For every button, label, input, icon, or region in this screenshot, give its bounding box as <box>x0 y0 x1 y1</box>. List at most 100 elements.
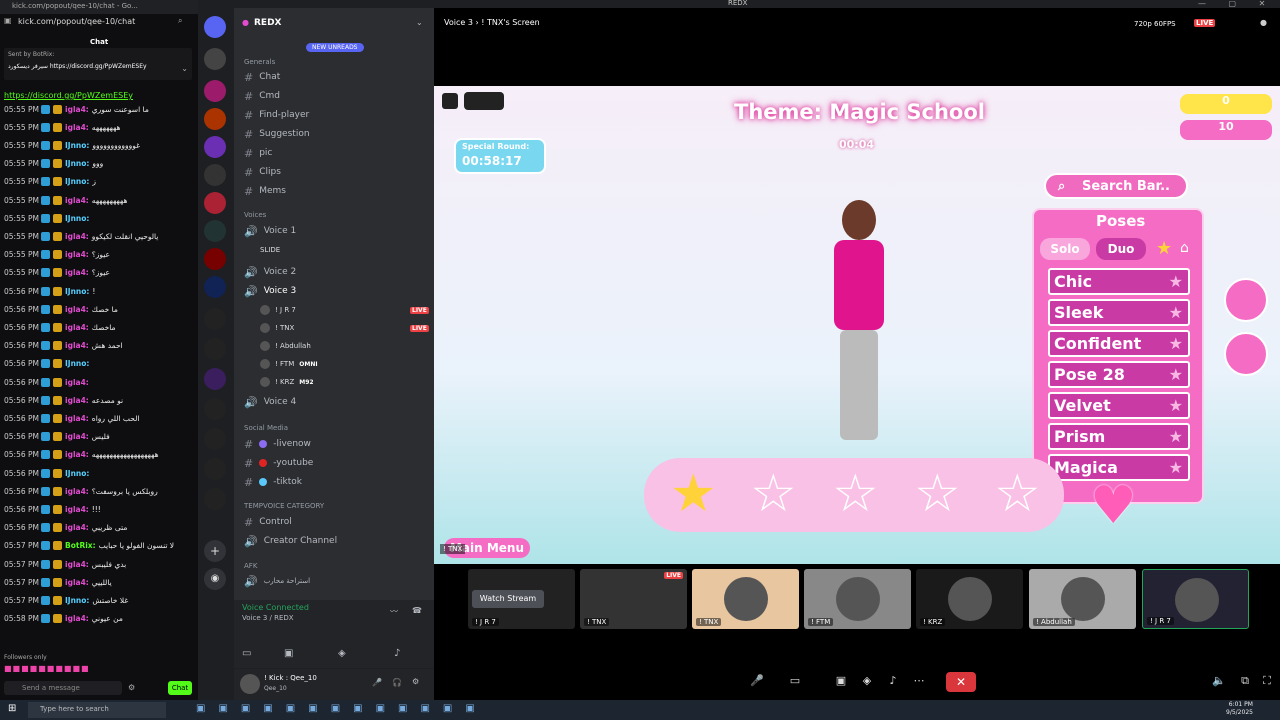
message-user[interactable]: igla4: <box>65 523 89 532</box>
discord-home-icon[interactable] <box>204 16 226 38</box>
chat-message[interactable]: 05:56 PM IJnno: <box>4 357 92 371</box>
message-user[interactable]: igla4: <box>65 378 89 387</box>
search-bar[interactable]: ⌕ Search Bar.. <box>1044 173 1188 199</box>
star-icon[interactable]: ★ <box>1169 425 1183 448</box>
message-user[interactable]: igla4: <box>65 450 89 459</box>
taskbar-apps[interactable]: ▣▣▣▣▣▣▣▣▣▣▣▣▣ <box>196 703 536 717</box>
chat-message[interactable]: 05:58 PM igla4: من عيوني <box>4 612 123 626</box>
participant-tile[interactable]: ! J R 7 <box>1142 569 1249 629</box>
search-icon[interactable]: ⌕ <box>178 16 182 26</box>
channel-chat[interactable]: # Chat <box>244 69 280 85</box>
star-icon[interactable]: ☆ <box>832 466 879 522</box>
participant-tile[interactable]: ! TNX <box>692 569 799 629</box>
afk-channel[interactable]: 🔊 استراحة محارب <box>244 573 310 589</box>
url-bar[interactable]: kick.com/popout/qee-10/chat <box>18 17 135 26</box>
message-user[interactable]: igla4: <box>65 414 89 423</box>
voice-user[interactable]: ! TNX LIVE <box>260 321 429 335</box>
fullscreen-icon[interactable]: ⛶ <box>1258 672 1276 690</box>
participant-tile[interactable]: ! KRZ <box>916 569 1023 629</box>
voice-channel-3[interactable]: 🔊 Voice 3 <box>244 283 296 299</box>
voice-user[interactable]: ! Abdullah <box>260 339 311 353</box>
creator-channel[interactable]: 🔊 Creator Channel <box>244 533 337 549</box>
message-input[interactable]: Send a message <box>4 681 122 695</box>
chevron-down-icon[interactable]: ⌄ <box>416 18 423 27</box>
chat-message[interactable]: 05:57 PM igla4: بدي فليبس <box>4 557 126 571</box>
emote-row[interactable]: ■■■■■■■■■■ <box>4 664 134 676</box>
message-user[interactable]: IJnno: <box>65 287 89 296</box>
pinned-message[interactable]: Sent by BotRix: سيرفر ديسكورد https://di… <box>4 48 192 80</box>
add-server-icon[interactable]: + <box>204 540 226 562</box>
disconnect-button[interactable]: ✕ <box>946 672 976 692</box>
members-icon[interactable]: ● <box>1260 18 1267 27</box>
roblox-menu-icon[interactable] <box>464 92 504 110</box>
camera-off-icon[interactable]: ▭ <box>786 672 804 690</box>
gear-icon[interactable]: ⚙ <box>412 677 419 686</box>
activity-icon[interactable]: ◈ <box>858 672 876 690</box>
participant-tile[interactable]: ! Abdullah <box>1029 569 1136 629</box>
category-voices[interactable]: Voices <box>244 211 266 219</box>
chat-message[interactable]: 05:55 PM IJnno: غوووووووووووو <box>4 138 140 152</box>
channel-cmd[interactable]: # Cmd <box>244 88 280 104</box>
discord-link[interactable]: https://discord.gg/PpWZemESEy <box>4 91 133 100</box>
social-channel[interactable]: # -livenow <box>244 436 311 452</box>
category-social[interactable]: Social Media <box>244 424 288 432</box>
favorite-star-icon[interactable]: ★ <box>1156 238 1172 259</box>
server-folder-icon[interactable] <box>204 458 226 480</box>
screen-share-icon[interactable]: ▣ <box>284 648 293 659</box>
message-user[interactable]: igla4: <box>65 323 89 332</box>
emote-icon[interactable] <box>1224 332 1268 376</box>
chat-message[interactable]: 05:55 PM igla4: عيوز؟ <box>4 266 110 280</box>
server-folder-icon[interactable] <box>204 488 226 510</box>
server-folder-icon[interactable] <box>204 308 226 330</box>
star-icon[interactable]: ☆ <box>914 466 961 522</box>
message-user[interactable]: igla4: <box>65 614 89 623</box>
server-icon[interactable] <box>204 80 226 102</box>
pose-item[interactable]: Confident ★ <box>1048 330 1190 357</box>
message-user[interactable]: igla4: <box>65 196 89 205</box>
message-user[interactable]: igla4: <box>65 250 89 259</box>
mic-icon[interactable]: 🎤 <box>372 678 382 687</box>
channel-find-player[interactable]: # Find-player <box>244 107 309 123</box>
settings-icon[interactable]: ⚙ <box>128 683 135 692</box>
chat-message[interactable]: 05:56 PM igla4: <box>4 375 92 389</box>
voice-channel-2[interactable]: 🔊 Voice 2 <box>244 264 296 280</box>
star-icon[interactable]: ★ <box>1169 394 1183 417</box>
message-user[interactable]: igla4: <box>65 268 89 277</box>
windows-start-icon[interactable]: ⊞ <box>8 703 16 714</box>
message-user[interactable]: IJnno: <box>65 177 89 186</box>
message-user[interactable]: IJnno: <box>65 596 89 605</box>
star-icon[interactable]: ★ <box>670 466 717 522</box>
chat-message[interactable]: 05:55 PM IJnno: ووو <box>4 157 103 171</box>
server-icon[interactable] <box>204 276 226 298</box>
chat-message[interactable]: 05:55 PM igla4: يالوحيي انقلت لكيكوو <box>4 229 158 243</box>
category-afk[interactable]: AFK <box>244 562 257 570</box>
message-user[interactable]: igla4: <box>65 396 89 405</box>
server-icon[interactable] <box>204 136 226 158</box>
voice-connected-label[interactable]: Voice Connected <box>242 603 309 612</box>
chat-message[interactable]: 05:56 PM igla4: فليس <box>4 430 110 444</box>
chat-message[interactable]: 05:55 PM igla4: هههههههههه <box>4 193 127 207</box>
star-icon[interactable]: ★ <box>1169 301 1183 324</box>
new-unreads-pill[interactable]: NEW UNREADS <box>306 43 364 52</box>
taskbar-search[interactable]: Type here to search <box>28 702 166 718</box>
avatar[interactable] <box>240 674 260 694</box>
message-user[interactable]: igla4: <box>65 578 89 587</box>
disconnect-icon[interactable]: ☎ <box>412 606 422 615</box>
server-icon[interactable] <box>204 248 226 270</box>
participant-tile[interactable]: ! FTM <box>804 569 911 629</box>
chat-message[interactable]: 05:57 PM BotRix: لا تنسون الفولو يا حبايب <box>4 539 174 553</box>
chat-message[interactable]: 05:57 PM IJnno: غلا خاصتش <box>4 593 128 607</box>
chat-message[interactable]: 05:56 PM igla4: احمد هش <box>4 339 123 353</box>
message-user[interactable]: IJnno: <box>65 141 89 150</box>
chat-message[interactable]: 05:56 PM igla4: ما خصك <box>4 302 118 316</box>
server-icon[interactable] <box>204 368 226 390</box>
chat-message[interactable]: 05:57 PM igla4: ياللييي <box>4 575 112 589</box>
message-user[interactable]: IJnno: <box>65 159 89 168</box>
chat-message[interactable]: 05:56 PM igla4:!!! <box>4 502 101 516</box>
server-icon[interactable] <box>204 192 226 214</box>
channel-pic[interactable]: # pic <box>244 145 272 161</box>
message-user[interactable]: igla4: <box>65 341 89 350</box>
server-icon[interactable] <box>204 220 226 242</box>
pose-item[interactable]: Velvet ★ <box>1048 392 1190 419</box>
server-icon[interactable] <box>204 48 226 70</box>
